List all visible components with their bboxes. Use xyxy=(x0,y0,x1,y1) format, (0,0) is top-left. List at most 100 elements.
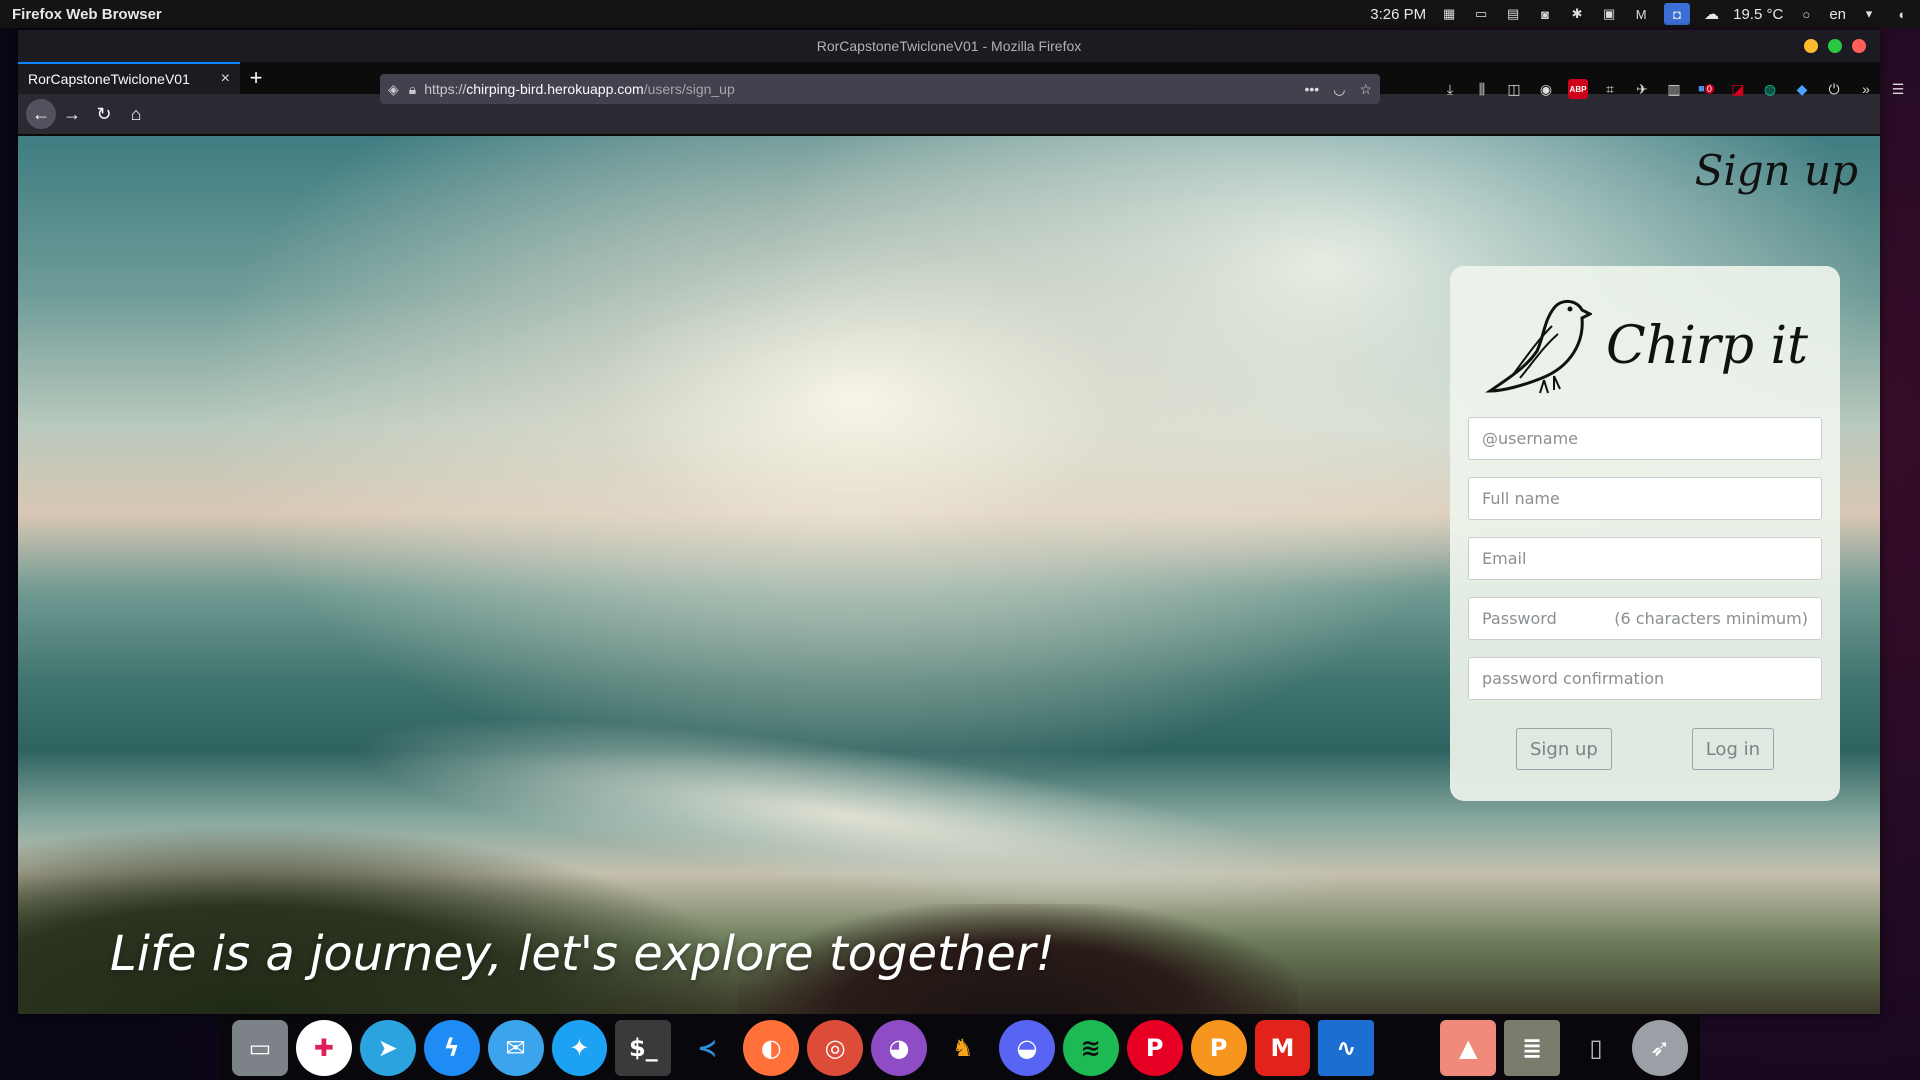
screenshot-icon[interactable]: ▭ xyxy=(1472,6,1490,22)
login-button[interactable]: Log in xyxy=(1691,728,1774,770)
photos-icon[interactable]: ▲ xyxy=(1440,1019,1497,1076)
status-circle-icon[interactable]: ○ xyxy=(1797,6,1815,22)
spotify-icon[interactable]: ≋ xyxy=(1062,1019,1119,1076)
kangaroo-icon[interactable]: ♞ xyxy=(935,1020,991,1076)
m-app-icon[interactable]: M xyxy=(1254,1019,1311,1076)
url-actions: ••• ◡ ☆ xyxy=(1305,81,1373,98)
close-button[interactable] xyxy=(1852,39,1866,53)
system-tray: 3:26 PM ▦ ▭ ▤ ◙ ✱ ▣ M ◘ ☁ 19.5 °C ○ en ▾… xyxy=(1370,3,1920,25)
mail-icon[interactable]: ✉ xyxy=(487,1019,544,1076)
form-actions: Sign up Log in xyxy=(1468,728,1822,770)
fullname-placeholder: Full name xyxy=(1482,489,1560,508)
menu-icon[interactable]: ☰ xyxy=(1888,79,1908,99)
tab-title: RorCapstoneTwicloneV01 xyxy=(28,71,190,87)
signup-card: Chirp it @username Full name Email Passw… xyxy=(1450,266,1840,801)
p-app-icon[interactable]: P xyxy=(1190,1019,1247,1076)
pinterest-icon[interactable]: P xyxy=(1126,1019,1183,1076)
username-placeholder: @username xyxy=(1482,429,1578,448)
clipboard-icon[interactable]: ▤ xyxy=(1504,6,1522,22)
trash-icon[interactable]: ▯ xyxy=(1568,1020,1624,1076)
url-host: chirping-bird.herokuapp.com xyxy=(466,81,644,97)
wifi-icon[interactable]: ▾ xyxy=(1860,6,1878,22)
chrome-icon[interactable]: ◎ xyxy=(807,1019,864,1076)
gmail-icon[interactable]: M xyxy=(1632,6,1650,22)
server-icon[interactable]: ≣ xyxy=(1504,1019,1561,1076)
new-tab-button[interactable]: + xyxy=(240,62,272,94)
logo-text: Chirp it xyxy=(1605,316,1809,376)
email-placeholder: Email xyxy=(1482,549,1527,568)
tracking-shield-icon[interactable]: ◈ xyxy=(388,81,399,98)
tab-active[interactable]: RorCapstoneTwicloneV01 × xyxy=(18,62,240,94)
power-icon[interactable]: ⏻ xyxy=(1824,79,1844,99)
grammarly-icon[interactable]: ◍ xyxy=(1760,79,1780,99)
vscode-icon[interactable]: ≺ xyxy=(679,1020,735,1076)
discord-icon[interactable]: ◒ xyxy=(998,1019,1055,1076)
url-path: /users/sign_up xyxy=(643,81,735,97)
crop-icon[interactable]: ⌗ xyxy=(1600,79,1620,99)
tab-close-icon[interactable]: × xyxy=(221,70,230,88)
volume-icon[interactable]: ◖ xyxy=(1892,6,1910,22)
settings-icon[interactable]: ✱ xyxy=(1568,6,1586,22)
maximize-button[interactable] xyxy=(1828,39,1842,53)
forward-button[interactable]: → xyxy=(56,98,88,130)
password-confirmation-placeholder: password confirmation xyxy=(1482,669,1665,688)
weather-temperature[interactable]: 19.5 °C xyxy=(1733,6,1783,23)
minimize-button[interactable] xyxy=(1804,39,1818,53)
library-icon[interactable]: ⫼ xyxy=(1472,79,1492,99)
page-actions-icon[interactable]: ••• xyxy=(1305,81,1320,98)
drive-icon[interactable]: ▣ xyxy=(1600,6,1618,22)
launcher-icon[interactable]: ➶ xyxy=(1631,1019,1688,1076)
firefox-window: RorCapstoneTwicloneV01 - Mozilla Firefox… xyxy=(18,30,1880,1014)
username-field[interactable]: @username xyxy=(1468,417,1822,460)
password-field[interactable]: Password (6 characters minimum) xyxy=(1468,597,1822,640)
hero-tagline: Life is a journey, let's explore togethe… xyxy=(110,926,1055,982)
downloads-icon[interactable]: ⤓ xyxy=(1440,79,1460,99)
overflow-chevron-icon[interactable]: » xyxy=(1856,79,1876,99)
pdf-icon[interactable]: ◪ xyxy=(1728,79,1748,99)
reload-button[interactable]: ↻ xyxy=(88,98,120,130)
email-field[interactable]: Email xyxy=(1468,537,1822,580)
extension-badge-icon[interactable]: ■ 0 xyxy=(1696,79,1716,99)
bird-icon xyxy=(1485,300,1592,394)
sidebar-icon[interactable]: ◫ xyxy=(1504,79,1524,99)
files-icon[interactable]: ▭ xyxy=(232,1019,288,1076)
page-title: Sign up xyxy=(1694,146,1858,195)
password-confirmation-field[interactable]: password confirmation xyxy=(1468,657,1822,700)
dock: ▭ ✚ ➤ ϟ ✉ ✦ $_ ≺ ◐ ◎ ◕ ♞ ◒ ≋ P P M ∿ ▲ ≣… xyxy=(220,1015,1700,1080)
url-bar[interactable]: ◈ 🔒︎ https:// chirping-bird.herokuapp.co… xyxy=(380,74,1380,104)
clock[interactable]: 3:26 PM xyxy=(1370,6,1426,23)
fullname-field[interactable]: Full name xyxy=(1468,477,1822,520)
home-button[interactable]: ⌂ xyxy=(120,98,152,130)
firefox-icon[interactable]: ◐ xyxy=(743,1019,800,1076)
adblock-icon[interactable]: ABP xyxy=(1568,79,1588,99)
active-app-name[interactable]: Firefox Web Browser xyxy=(0,6,162,23)
terminal-icon[interactable]: $_ xyxy=(615,1019,672,1076)
system-monitor-icon[interactable]: ∿ xyxy=(1318,1019,1375,1076)
toggle-icon[interactable]: ◙ xyxy=(1536,6,1554,22)
grid-icon[interactable]: ▥ xyxy=(1664,79,1684,99)
lock-icon[interactable]: 🔒︎ xyxy=(409,81,416,98)
system-top-panel: Firefox Web Browser 3:26 PM ▦ ▭ ▤ ◙ ✱ ▣ … xyxy=(0,0,1920,28)
weather-icon[interactable]: ☁ xyxy=(1704,5,1719,23)
keyboard-language[interactable]: en xyxy=(1829,6,1846,23)
messenger-icon[interactable]: ϟ xyxy=(423,1019,480,1076)
back-button[interactable]: ← xyxy=(26,99,56,129)
twitter-icon[interactable]: ✦ xyxy=(551,1019,608,1076)
pocket-icon[interactable]: ◡ xyxy=(1333,81,1345,98)
url-scheme: https:// xyxy=(424,81,467,97)
bookmark-star-icon[interactable]: ☆ xyxy=(1359,81,1372,98)
account-icon[interactable]: ◉ xyxy=(1536,79,1556,99)
trees-scenery xyxy=(18,824,778,1014)
workspace-icon[interactable]: ▦ xyxy=(1440,6,1458,22)
github-icon[interactable]: ◕ xyxy=(871,1019,927,1076)
gem-icon[interactable]: ◆ xyxy=(1792,79,1812,99)
password-hint: (6 characters minimum) xyxy=(1614,609,1808,628)
window-titlebar[interactable]: RorCapstoneTwicloneV01 - Mozilla Firefox xyxy=(18,30,1880,62)
signup-button[interactable]: Sign up xyxy=(1516,728,1612,770)
telegram-icon[interactable]: ➤ xyxy=(359,1019,416,1076)
password-placeholder: Password xyxy=(1482,609,1557,628)
translate-icon[interactable]: ✈ xyxy=(1632,79,1652,99)
brand-logo: Chirp it xyxy=(1468,292,1822,400)
slack-icon[interactable]: ✚ xyxy=(295,1019,352,1076)
camera-icon[interactable]: ◘ xyxy=(1664,3,1691,25)
